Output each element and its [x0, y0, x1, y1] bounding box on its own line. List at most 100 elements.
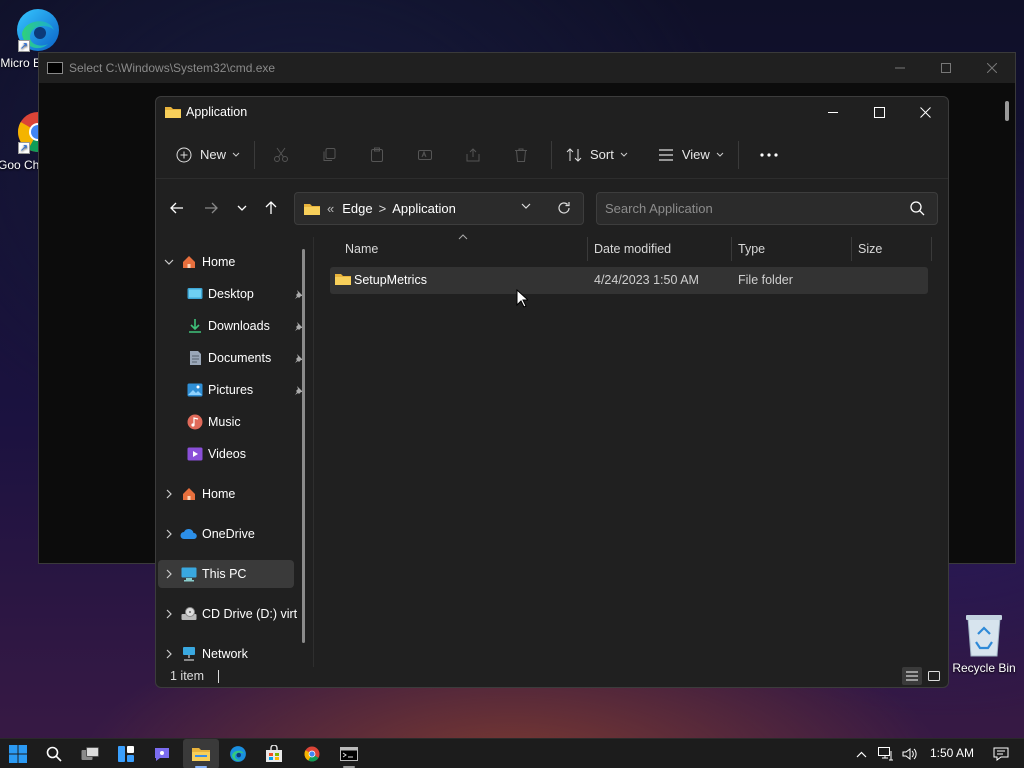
paste-button[interactable] [353, 139, 401, 171]
details-view-button[interactable] [902, 667, 922, 685]
breadcrumb-application[interactable]: Application [392, 201, 456, 216]
recent-locations-button[interactable] [227, 193, 257, 223]
refresh-icon[interactable] [557, 201, 571, 215]
column-divider[interactable] [731, 237, 732, 261]
copy-icon [321, 147, 337, 163]
clock[interactable]: 1:50 AM [930, 746, 974, 760]
breadcrumb-separator: > [378, 201, 387, 216]
address-bar[interactable]: « Edge > Application [294, 192, 584, 225]
breadcrumb-edge[interactable]: Edge [342, 201, 372, 216]
search-input[interactable] [605, 201, 895, 216]
view-button-label: View [681, 147, 710, 162]
nav-item-home[interactable]: Home [158, 248, 294, 276]
close-button[interactable] [902, 97, 948, 127]
chat-button[interactable] [144, 739, 180, 768]
forward-button[interactable] [196, 193, 226, 223]
breadcrumb-overflow[interactable]: « [327, 201, 334, 216]
cmd-scrollbar[interactable] [1005, 101, 1009, 121]
task-view-button[interactable] [72, 739, 108, 768]
cmd-maximize-button[interactable] [923, 53, 969, 83]
nav-item-pictures[interactable]: Pictures [186, 376, 303, 404]
nav-pane-scrollbar[interactable] [302, 249, 305, 643]
file-row[interactable]: SetupMetrics 4/24/2023 1:50 AM File fold… [330, 267, 928, 294]
cmd-titlebar[interactable]: Select C:\Windows\System32\cmd.exe [39, 53, 1015, 83]
nav-item-network[interactable]: Network [158, 640, 294, 668]
sort-button[interactable]: Sort [558, 139, 636, 171]
chevron-right-icon[interactable] [158, 529, 180, 539]
nav-item-this-pc[interactable]: This PC [158, 560, 294, 588]
column-header-date-modified[interactable]: Date modified [594, 242, 671, 256]
more-options-button[interactable] [745, 139, 793, 171]
nav-item-onedrive[interactable]: OneDrive [158, 520, 294, 548]
column-divider[interactable] [851, 237, 852, 261]
widgets-button[interactable] [108, 739, 144, 768]
nav-item-documents[interactable]: Documents [186, 344, 303, 372]
folder-icon [164, 105, 182, 119]
folder-icon [303, 202, 321, 216]
notifications-button[interactable] [990, 739, 1012, 768]
column-divider[interactable] [587, 237, 588, 261]
address-dropdown-button[interactable] [521, 203, 531, 210]
this-pc-icon [180, 565, 198, 583]
nav-item-label: Desktop [208, 287, 254, 301]
nav-item-home-2[interactable]: Home [158, 480, 294, 508]
nav-item-videos[interactable]: Videos [186, 440, 296, 468]
nav-item-cd-drive[interactable]: CD Drive (D:) virt [158, 600, 308, 628]
rename-button[interactable] [401, 139, 449, 171]
desktop-icon-recycle-bin[interactable]: Recycle Bin [944, 612, 1024, 675]
cmd-close-button[interactable] [969, 53, 1015, 83]
chrome-taskbar-button[interactable] [294, 739, 330, 768]
new-button-label: New [200, 147, 227, 162]
taskbar: 1:50 AM [0, 738, 1024, 768]
store-icon [265, 745, 283, 763]
new-button[interactable]: New [168, 139, 248, 171]
chevron-right-icon[interactable] [158, 609, 180, 619]
search-box[interactable] [596, 192, 938, 225]
tiles-view-button[interactable] [924, 667, 944, 685]
nav-item-downloads[interactable]: Downloads [186, 312, 303, 340]
chevron-right-icon[interactable] [158, 489, 180, 499]
start-button[interactable] [0, 739, 36, 768]
column-divider[interactable] [931, 237, 932, 261]
nav-item-label: CD Drive (D:) virt [202, 607, 298, 621]
search-button[interactable] [36, 739, 72, 768]
view-button[interactable]: View [650, 139, 732, 171]
edge-taskbar-button[interactable] [220, 739, 256, 768]
column-header-type[interactable]: Type [738, 242, 765, 256]
volume-tray-button[interactable] [900, 739, 920, 768]
delete-button[interactable] [497, 139, 545, 171]
videos-icon [186, 445, 204, 463]
recycle-bin-icon [962, 612, 1006, 658]
cd-drive-icon [180, 605, 198, 623]
chevron-down-icon[interactable] [158, 259, 180, 266]
copy-button[interactable] [305, 139, 353, 171]
nav-item-desktop[interactable]: Desktop [186, 280, 303, 308]
file-explorer-taskbar-button[interactable] [183, 739, 219, 768]
file-list: Name Date modified Type Size SetupMetric… [315, 234, 948, 667]
edge-icon: ↗ [14, 6, 62, 54]
nav-item-music[interactable]: Music [186, 408, 296, 436]
share-button[interactable] [449, 139, 497, 171]
divider [551, 140, 553, 169]
up-button[interactable] [256, 193, 286, 223]
minimize-button[interactable] [810, 97, 856, 127]
file-explorer-window[interactable]: Application New Sort View « Edge > Appli… [155, 96, 949, 688]
back-button[interactable] [162, 193, 192, 223]
nav-item-label: Documents [208, 351, 272, 365]
cmd-taskbar-button[interactable] [331, 739, 367, 768]
chevron-down-icon [620, 152, 628, 158]
search-icon[interactable] [910, 201, 925, 216]
arrow-up-icon [265, 201, 277, 215]
cmd-window-icon [47, 62, 63, 74]
column-header-name[interactable]: Name [345, 242, 378, 256]
column-header-size[interactable]: Size [858, 242, 882, 256]
show-hidden-icons-button[interactable] [852, 739, 870, 768]
chevron-right-icon[interactable] [158, 569, 180, 579]
share-icon [465, 147, 481, 163]
cut-button[interactable] [257, 139, 305, 171]
network-tray-button[interactable] [876, 739, 896, 768]
store-taskbar-button[interactable] [256, 739, 292, 768]
chevron-right-icon[interactable] [158, 649, 180, 659]
cmd-minimize-button[interactable] [877, 53, 923, 83]
maximize-button[interactable] [856, 97, 902, 127]
